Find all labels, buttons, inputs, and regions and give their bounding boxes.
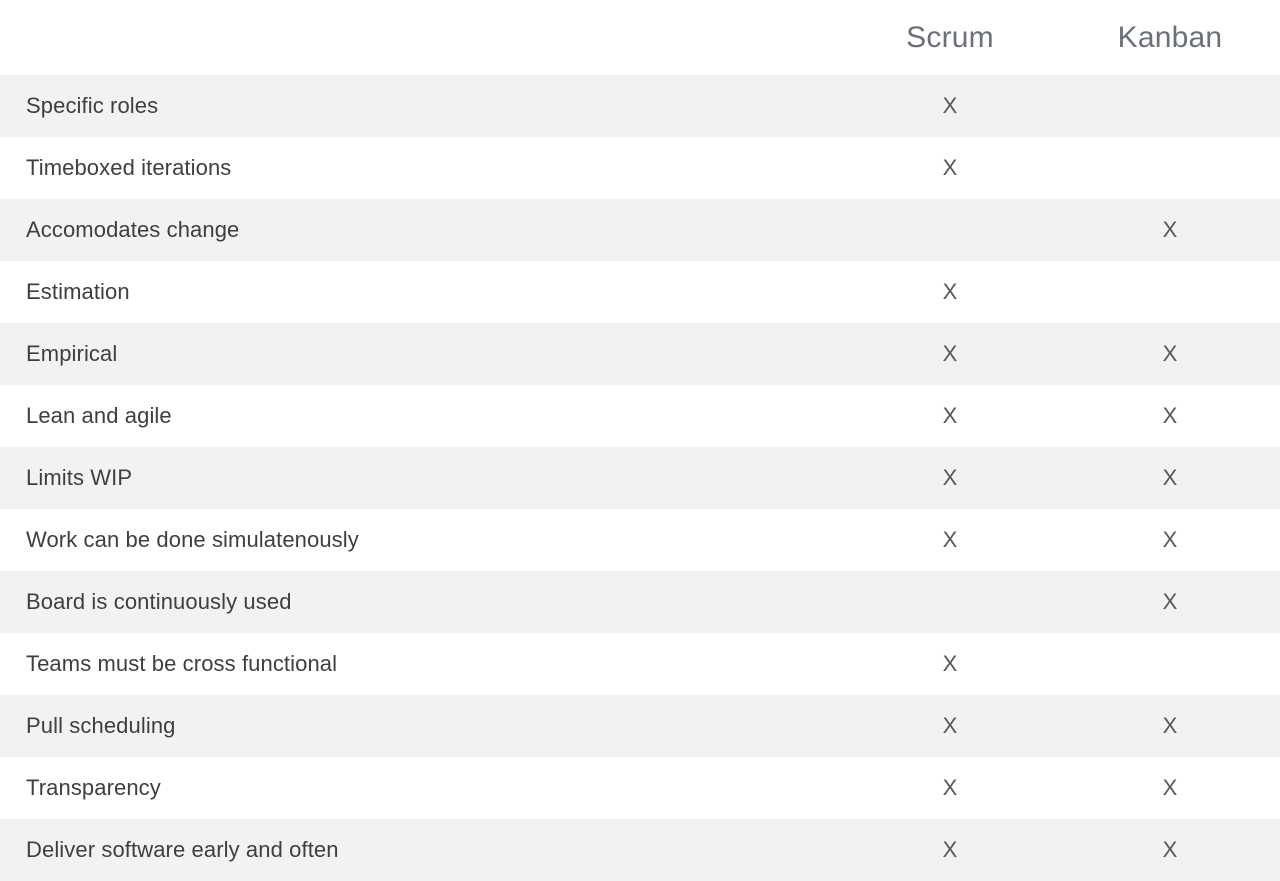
cell-scrum: X	[840, 695, 1060, 757]
table-row: Specific roles X	[0, 75, 1280, 137]
feature-label: Teams must be cross functional	[0, 633, 840, 695]
check-x-mark: X	[1163, 715, 1178, 737]
table-row: Pull scheduling X X	[0, 695, 1280, 757]
check-x-mark: X	[1163, 343, 1178, 365]
table-row: Deliver software early and often X X	[0, 819, 1280, 881]
table-row: Estimation X	[0, 261, 1280, 323]
cell-scrum: X	[840, 137, 1060, 199]
check-x-mark: X	[943, 343, 958, 365]
cell-kanban: X	[1060, 757, 1280, 819]
cell-kanban: X	[1060, 509, 1280, 571]
check-x-mark: X	[943, 839, 958, 861]
cell-kanban	[1060, 633, 1280, 695]
cell-scrum: X	[840, 75, 1060, 137]
feature-label: Lean and agile	[0, 385, 840, 447]
header-cell-kanban: Kanban	[1060, 0, 1280, 75]
header-cell-scrum: Scrum	[840, 0, 1060, 75]
cell-kanban	[1060, 261, 1280, 323]
check-x-mark: X	[943, 653, 958, 675]
cell-scrum: X	[840, 633, 1060, 695]
cell-kanban: X	[1060, 447, 1280, 509]
check-x-mark: X	[1163, 777, 1178, 799]
cell-kanban: X	[1060, 323, 1280, 385]
cell-kanban: X	[1060, 199, 1280, 261]
cell-scrum	[840, 199, 1060, 261]
cell-kanban	[1060, 137, 1280, 199]
check-x-mark: X	[1163, 219, 1178, 241]
check-x-mark: X	[943, 157, 958, 179]
cell-scrum: X	[840, 819, 1060, 881]
feature-label: Empirical	[0, 323, 840, 385]
feature-label: Transparency	[0, 757, 840, 819]
feature-label: Specific roles	[0, 75, 840, 137]
table-row: Accomodates change X	[0, 199, 1280, 261]
table-row: Empirical X X	[0, 323, 1280, 385]
feature-label: Pull scheduling	[0, 695, 840, 757]
check-x-mark: X	[943, 95, 958, 117]
table-row: Transparency X X	[0, 757, 1280, 819]
header-cell-feature	[0, 0, 840, 75]
table-row: Work can be done simulatenously X X	[0, 509, 1280, 571]
table-body: Specific rolesXTimeboxed iterationsXAcco…	[0, 75, 1280, 881]
cell-kanban: X	[1060, 571, 1280, 633]
cell-scrum: X	[840, 757, 1060, 819]
table-header: Scrum Kanban	[0, 0, 1280, 75]
feature-label: Deliver software early and often	[0, 819, 840, 881]
cell-scrum: X	[840, 261, 1060, 323]
table-row: Limits WIP X X	[0, 447, 1280, 509]
cell-kanban	[1060, 75, 1280, 137]
cell-kanban: X	[1060, 695, 1280, 757]
check-x-mark: X	[1163, 405, 1178, 427]
check-x-mark: X	[943, 281, 958, 303]
table-row: Teams must be cross functional X	[0, 633, 1280, 695]
cell-scrum	[840, 571, 1060, 633]
feature-label: Limits WIP	[0, 447, 840, 509]
cell-kanban: X	[1060, 385, 1280, 447]
feature-label: Estimation	[0, 261, 840, 323]
check-x-mark: X	[943, 529, 958, 551]
feature-label: Work can be done simulatenously	[0, 509, 840, 571]
feature-label: Board is continuously used	[0, 571, 840, 633]
feature-label: Accomodates change	[0, 199, 840, 261]
check-x-mark: X	[1163, 529, 1178, 551]
check-x-mark: X	[943, 777, 958, 799]
table-row: Lean and agile X X	[0, 385, 1280, 447]
scrum-kanban-comparison-table: Scrum Kanban Specific rolesXTimeboxed it…	[0, 0, 1280, 881]
check-x-mark: X	[943, 715, 958, 737]
check-x-mark: X	[1163, 839, 1178, 861]
cell-scrum: X	[840, 509, 1060, 571]
check-x-mark: X	[943, 467, 958, 489]
cell-scrum: X	[840, 385, 1060, 447]
check-x-mark: X	[1163, 467, 1178, 489]
check-x-mark: X	[943, 405, 958, 427]
cell-scrum: X	[840, 447, 1060, 509]
feature-label: Timeboxed iterations	[0, 137, 840, 199]
check-x-mark: X	[1163, 591, 1178, 613]
table-row: Board is continuously used X	[0, 571, 1280, 633]
cell-scrum: X	[840, 323, 1060, 385]
cell-kanban: X	[1060, 819, 1280, 881]
table-row: Timeboxed iterations X	[0, 137, 1280, 199]
header-row: Scrum Kanban	[0, 0, 1280, 75]
